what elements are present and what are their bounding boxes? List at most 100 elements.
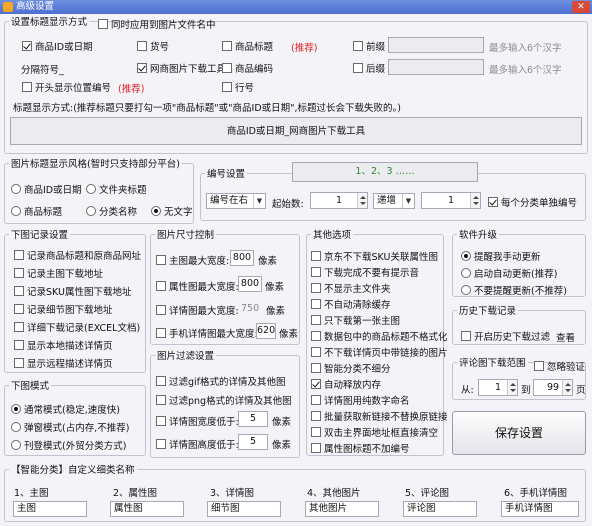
checkbox-indicator[interactable] — [137, 41, 147, 51]
show-position-number-checkbox[interactable]: 开头显示位置编号 — [22, 80, 111, 94]
checkbox-indicator[interactable] — [14, 250, 24, 260]
main-width-checkbox[interactable]: 主图最大宽度: — [156, 253, 229, 267]
checkbox-indicator[interactable] — [14, 358, 24, 368]
row-number-checkbox[interactable]: 行号 — [222, 80, 254, 94]
title-item-no-checkbox[interactable]: 货号 — [137, 39, 169, 53]
prefix-input[interactable] — [388, 37, 484, 53]
filter-width-checkbox[interactable]: 详情图宽度低于: — [156, 414, 239, 428]
checkbox-indicator[interactable] — [353, 41, 363, 51]
attr-title-no-number-checkbox[interactable]: 属性图标题不加编号 — [311, 441, 410, 455]
radio-indicator[interactable] — [11, 404, 21, 414]
history-view-link[interactable]: 查看 — [556, 330, 575, 344]
checkbox-indicator[interactable] — [156, 439, 166, 449]
first-main-image-only-checkbox[interactable]: 只下载第一张主图 — [311, 313, 400, 327]
close-button[interactable]: ✕ — [572, 1, 590, 13]
radio-indicator[interactable] — [151, 206, 161, 216]
mode-popup-radio[interactable]: 弹窗模式(占内存,不推荐) — [11, 420, 129, 434]
checkbox-indicator[interactable] — [156, 255, 166, 265]
radio-indicator[interactable] — [86, 184, 96, 194]
radio-indicator[interactable] — [461, 268, 471, 278]
log-title-url-checkbox[interactable]: 记录商品标题和原商品网址 — [14, 248, 141, 262]
category-input-4[interactable]: 其他图片 — [305, 501, 379, 517]
filter-height-input[interactable]: 5 — [238, 434, 268, 450]
no-complete-sound-checkbox[interactable]: 下载完成不要有提示音 — [311, 265, 419, 279]
checkbox-indicator[interactable] — [311, 443, 321, 453]
show-local-detail-checkbox[interactable]: 显示本地描述详情页 — [14, 338, 113, 352]
checkbox-indicator[interactable] — [14, 286, 24, 296]
mode-normal-radio[interactable]: 通常模式(稳定,速度快) — [11, 402, 120, 416]
save-button[interactable]: 保存设置 — [452, 411, 586, 455]
spin-arrows-icon[interactable] — [562, 380, 572, 395]
radio-indicator[interactable] — [86, 206, 96, 216]
hide-main-folder-checkbox[interactable]: 不显示主文件夹 — [311, 281, 391, 295]
radio-indicator[interactable] — [11, 206, 21, 216]
checkbox-indicator[interactable] — [14, 304, 24, 314]
numeric-detail-names-checkbox[interactable]: 详情图用纯数字命名 — [311, 393, 410, 407]
attr-width-input[interactable]: 800 — [238, 276, 262, 292]
checkbox-indicator[interactable] — [222, 41, 232, 51]
checkbox-indicator[interactable] — [311, 411, 321, 421]
checkbox-indicator[interactable] — [311, 347, 321, 357]
checkbox-indicator[interactable] — [311, 267, 321, 277]
skip-linked-images-checkbox[interactable]: 不下载详情页中带链接的图片 — [311, 345, 448, 359]
title-product-code-checkbox[interactable]: 商品编码 — [222, 61, 273, 75]
keep-original-links-checkbox[interactable]: 批量获取新链接不替换原链接 — [311, 409, 448, 423]
attr-width-checkbox[interactable]: 属性图最大宽度: — [156, 279, 239, 293]
checkbox-indicator[interactable] — [22, 41, 32, 51]
range-from-stepper[interactable]: 1 — [478, 379, 518, 396]
filter-width-input[interactable]: 5 — [238, 411, 268, 427]
radio-indicator[interactable] — [11, 422, 21, 432]
suffix-input[interactable] — [388, 59, 484, 75]
upgrade-remind-radio[interactable]: 提醒我手动更新 — [461, 249, 541, 263]
log-excel-checkbox[interactable]: 详细下载记录(EXCEL文档) — [14, 320, 140, 334]
radio-indicator[interactable] — [11, 184, 21, 194]
checkbox-indicator[interactable] — [534, 361, 544, 371]
prefix-checkbox[interactable]: 前缀 — [353, 39, 385, 53]
checkbox-indicator[interactable] — [156, 376, 166, 386]
checkbox-indicator[interactable] — [311, 379, 321, 389]
checkbox-indicator[interactable] — [311, 283, 321, 293]
checkbox-indicator[interactable] — [156, 416, 166, 426]
checkbox-indicator[interactable] — [353, 63, 363, 73]
radio-indicator[interactable] — [461, 251, 471, 261]
style-category-name-radio[interactable]: 分类名称 — [86, 204, 137, 218]
log-main-image-checkbox[interactable]: 记录主图下载地址 — [14, 266, 103, 280]
main-width-input[interactable]: 800 — [230, 250, 254, 266]
checkbox-indicator[interactable] — [311, 315, 321, 325]
step-value-stepper[interactable]: 1 — [421, 192, 481, 209]
number-position-select[interactable]: 编号在右 ▼ — [206, 193, 266, 209]
history-filter-checkbox[interactable]: 开启历史下载过滤 — [461, 329, 550, 343]
style-no-text-radio[interactable]: 无文字 — [151, 204, 193, 218]
checkbox-indicator[interactable] — [311, 427, 321, 437]
title-web-tool-checkbox[interactable]: 网商图片下载工具 — [137, 61, 226, 75]
no-format-title-checkbox[interactable]: 数据包中的商品标题不格式化 — [311, 329, 448, 343]
no-auto-clear-cache-checkbox[interactable]: 不自动清除缓存 — [311, 297, 391, 311]
checkbox-indicator[interactable] — [311, 363, 321, 373]
category-input-2[interactable]: 属性图 — [110, 501, 184, 517]
checkbox-indicator[interactable] — [222, 82, 232, 92]
radio-indicator[interactable] — [461, 285, 471, 295]
checkbox-indicator[interactable] — [488, 197, 498, 207]
spin-arrows-icon[interactable] — [470, 193, 480, 208]
start-number-stepper[interactable]: 1 — [310, 192, 368, 209]
checkbox-indicator[interactable] — [311, 299, 321, 309]
checkbox-indicator[interactable] — [14, 340, 24, 350]
checkbox-indicator[interactable] — [22, 82, 32, 92]
mobile-width-input[interactable]: 620 — [256, 323, 276, 339]
checkbox-indicator[interactable] — [311, 331, 321, 341]
per-category-numbering-checkbox[interactable]: 每个分类单独编号 — [488, 195, 577, 209]
style-product-id-radio[interactable]: 商品ID或日期 — [11, 182, 82, 196]
suffix-checkbox[interactable]: 后缀 — [353, 61, 385, 75]
show-remote-detail-checkbox[interactable]: 显示远程描述详情页 — [14, 356, 113, 370]
style-folder-title-radio[interactable]: 文件夹标题 — [86, 182, 147, 196]
checkbox-indicator[interactable] — [98, 19, 108, 29]
checkbox-indicator[interactable] — [156, 395, 166, 405]
range-to-stepper[interactable]: 99 — [533, 379, 573, 396]
log-sku-image-checkbox[interactable]: 记录SKU属性图下载地址 — [14, 284, 131, 298]
spin-arrows-icon[interactable] — [357, 193, 367, 208]
auto-release-memory-checkbox[interactable]: 自动释放内存 — [311, 377, 381, 391]
checkbox-indicator[interactable] — [222, 63, 232, 73]
ignore-verify-checkbox[interactable]: 忽略验证 — [534, 359, 585, 373]
upgrade-auto-radio[interactable]: 启动自动更新(推荐) — [461, 266, 557, 280]
category-input-1[interactable]: 主图 — [13, 501, 87, 517]
